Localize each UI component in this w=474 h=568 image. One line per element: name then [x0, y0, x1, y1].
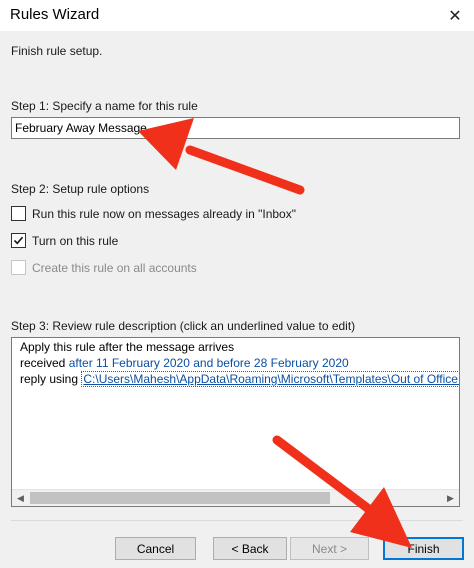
run-rule-now-label: Run this rule now on messages already in…	[32, 206, 296, 221]
checkmark-icon	[13, 236, 24, 245]
all-accounts-label: Create this rule on all accounts	[32, 260, 197, 275]
window-title: Rules Wizard	[10, 6, 100, 23]
cancel-button[interactable]: Cancel	[115, 537, 196, 560]
description-line-2: received after 11 February 2020 and befo…	[20, 356, 349, 370]
rule-name-input[interactable]	[11, 117, 460, 139]
description-line-1: Apply this rule after the message arrive…	[20, 340, 235, 354]
page-heading: Finish rule setup.	[11, 44, 103, 58]
reply-using-text: reply using	[20, 372, 79, 386]
turn-on-rule-checkbox[interactable]	[11, 233, 26, 248]
template-path-link[interactable]: C:\Users\Mahesh\AppData\Roaming\Microsof…	[81, 371, 459, 387]
scroll-right-icon[interactable]: ▶	[442, 490, 459, 506]
all-accounts-checkbox	[11, 260, 26, 275]
button-divider	[11, 520, 463, 521]
turn-on-rule-label: Turn on this rule	[32, 233, 119, 248]
run-rule-now-checkbox[interactable]	[11, 206, 26, 221]
step2-label: Step 2: Setup rule options	[11, 182, 150, 196]
scrollbar-thumb[interactable]	[30, 492, 330, 504]
received-text: received	[20, 356, 66, 370]
close-icon[interactable]: ✕	[436, 0, 474, 31]
all-accounts-option: Create this rule on all accounts	[11, 260, 197, 275]
title-bar: Rules Wizard ✕	[0, 0, 474, 31]
back-button[interactable]: < Back	[213, 537, 287, 560]
finish-button[interactable]: Finish	[383, 537, 464, 560]
horizontal-scrollbar[interactable]: ◀ ▶	[12, 489, 459, 506]
next-button: Next >	[290, 537, 369, 560]
date-range-link[interactable]: after 11 February 2020 and before 28 Feb…	[69, 356, 349, 370]
step3-label: Step 3: Review rule description (click a…	[11, 319, 356, 333]
description-line-3: reply using C:\Users\Mahesh\AppData\Roam…	[20, 371, 459, 387]
step1-label: Step 1: Specify a name for this rule	[11, 99, 198, 113]
turn-on-rule-option[interactable]: Turn on this rule	[11, 233, 118, 248]
rule-description-box: Apply this rule after the message arrive…	[11, 337, 460, 507]
scroll-left-icon[interactable]: ◀	[12, 490, 29, 506]
run-rule-now-option[interactable]: Run this rule now on messages already in…	[11, 206, 296, 221]
